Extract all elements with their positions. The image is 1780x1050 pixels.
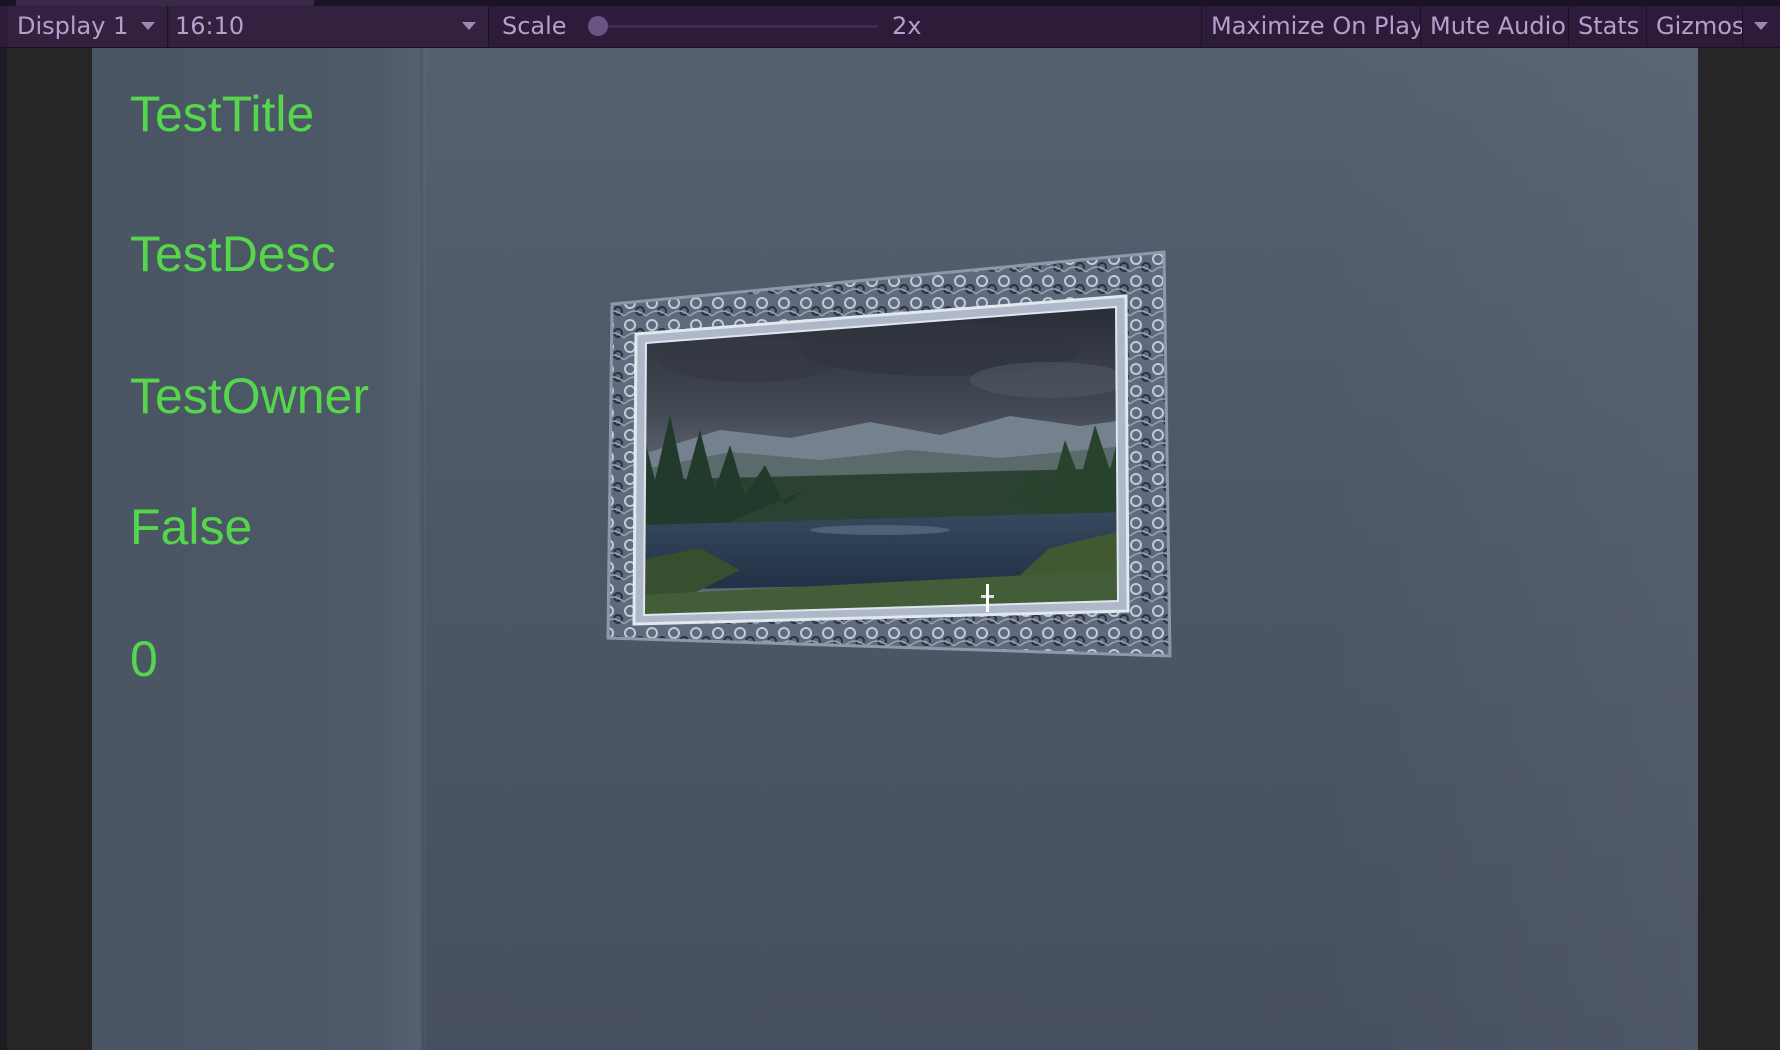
gizmos-label: Gizmos — [1656, 12, 1743, 40]
scale-value: 2x — [892, 12, 922, 40]
display-dropdown-label: Display 1 — [17, 12, 129, 40]
display-dropdown[interactable]: Display 1 — [8, 6, 168, 47]
viewport-right-gutter — [1698, 48, 1780, 1050]
aspect-ratio-dropdown[interactable]: 16:10 — [169, 6, 489, 47]
crosshair-icon — [986, 584, 989, 612]
painting-count-text: 0 — [130, 631, 158, 687]
game-view-toolbar: Display 1 16:10 Scale 2x Maximize On Pla… — [0, 0, 1780, 48]
chevron-down-icon — [141, 22, 155, 30]
scale-slider-handle[interactable] — [588, 16, 608, 36]
framed-painting-graphic — [606, 250, 1172, 658]
stats-label: Stats — [1578, 12, 1640, 40]
painting-title-text: TestTitle — [130, 86, 315, 142]
mute-audio-button[interactable]: Mute Audio — [1421, 6, 1569, 47]
stats-button[interactable]: Stats — [1569, 6, 1647, 47]
maximize-on-play-label: Maximize On Play — [1211, 12, 1421, 40]
scale-label: Scale — [502, 12, 567, 40]
game-viewport[interactable]: TestTitle TestDesc TestOwner False 0 — [92, 48, 1698, 1050]
crosshair-tick — [981, 595, 994, 598]
gizmos-button[interactable]: Gizmos — [1647, 6, 1743, 47]
painting-description-text: TestDesc — [130, 226, 336, 282]
maximize-on-play-button[interactable]: Maximize On Play — [1201, 6, 1421, 47]
wall-right-panel — [1312, 48, 1698, 1050]
scale-control: Scale 2x — [490, 6, 1200, 47]
painting-flag-text: False — [130, 499, 253, 555]
scale-slider[interactable] — [588, 16, 878, 36]
viewport-left-gutter — [0, 48, 92, 1050]
gizmos-dropdown-button[interactable] — [1743, 6, 1780, 47]
wall-seam — [420, 48, 426, 1050]
framed-painting[interactable] — [580, 230, 1340, 750]
painting-owner-text: TestOwner — [130, 368, 369, 424]
chevron-down-icon — [1754, 22, 1768, 30]
mute-audio-label: Mute Audio — [1430, 12, 1566, 40]
aspect-ratio-label: 16:10 — [175, 12, 245, 40]
chevron-down-icon — [462, 22, 476, 30]
viewport-left-edge — [0, 48, 7, 1050]
